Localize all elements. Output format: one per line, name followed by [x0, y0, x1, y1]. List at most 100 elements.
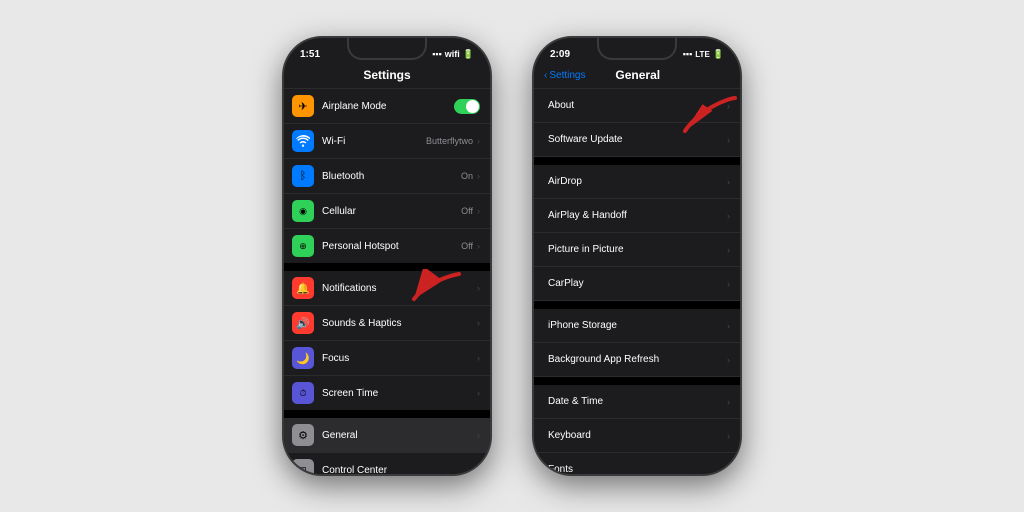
screentime-item[interactable]: ⏱ Screen Time ›: [284, 376, 490, 410]
hotspot-chevron: ›: [477, 241, 480, 251]
cellular-label: Cellular: [322, 206, 461, 217]
general-chevron: ›: [477, 430, 480, 440]
wifi-item[interactable]: Wi-Fi Butterflytwo ›: [284, 124, 490, 159]
fonts-item[interactable]: Fonts ›: [534, 453, 740, 474]
phone2-section1: About › Software Update ›: [534, 89, 740, 157]
airdrop-item[interactable]: AirDrop ›: [534, 165, 740, 199]
phone1-time: 1:51: [300, 49, 320, 60]
sounds-item[interactable]: 🔊 Sounds & Haptics ›: [284, 306, 490, 341]
phone1-section2: 🔔 Notifications › 🔊 Sounds & Haptics › 🌙…: [284, 271, 490, 410]
datetime-item[interactable]: Date & Time ›: [534, 385, 740, 419]
notifications-chevron: ›: [477, 283, 480, 293]
screentime-chevron: ›: [477, 388, 480, 398]
keyboard-item[interactable]: Keyboard ›: [534, 419, 740, 453]
software-update-label: Software Update: [548, 134, 727, 145]
phone2-settings-list: About › Software Update › AirDrop › AirP…: [534, 89, 740, 474]
carplay-label: CarPlay: [548, 278, 727, 289]
focus-label: Focus: [322, 353, 477, 364]
cellular-item[interactable]: ◉ Cellular Off ›: [284, 194, 490, 229]
phone2-nav-bar: ‹ Settings General: [534, 66, 740, 89]
focus-item[interactable]: 🌙 Focus ›: [284, 341, 490, 376]
controlcenter-chevron: ›: [477, 465, 480, 474]
pictureinpicture-item[interactable]: Picture in Picture ›: [534, 233, 740, 267]
datetime-chevron: ›: [727, 397, 730, 407]
pictureinpicture-chevron: ›: [727, 245, 730, 255]
controlcenter-icon: ⊞: [292, 459, 314, 474]
phone1-nav-bar: Settings: [284, 66, 490, 89]
phone1-settings-list: ✈ Airplane Mode Wi-Fi Butterflytwo › ᛒ: [284, 89, 490, 474]
focus-chevron: ›: [477, 353, 480, 363]
screentime-icon: ⏱: [292, 382, 314, 404]
hotspot-label: Personal Hotspot: [322, 241, 461, 252]
airplane-mode-item[interactable]: ✈ Airplane Mode: [284, 89, 490, 124]
main-container: 1:51 ▪▪▪ wifi 🔋 Settings ✈ Airplane Mode: [222, 16, 802, 496]
controlcenter-item[interactable]: ⊞ Control Center ›: [284, 453, 490, 474]
about-chevron: ›: [727, 101, 730, 111]
phone2-title: General: [585, 68, 690, 82]
backgroundapp-chevron: ›: [727, 355, 730, 365]
bluetooth-label: Bluetooth: [322, 171, 461, 182]
phone1-gap1: [284, 263, 490, 271]
keyboard-chevron: ›: [727, 431, 730, 441]
general-label: General: [322, 430, 477, 441]
notifications-icon: 🔔: [292, 277, 314, 299]
airplane-icon: ✈: [292, 95, 314, 117]
cellular-value: Off: [461, 206, 473, 216]
back-chevron-icon: ‹: [544, 70, 547, 81]
screentime-label: Screen Time: [322, 388, 477, 399]
carplay-chevron: ›: [727, 279, 730, 289]
sounds-icon: 🔊: [292, 312, 314, 334]
wifi-label: Wi-Fi: [322, 136, 426, 147]
backgroundapp-item[interactable]: Background App Refresh ›: [534, 343, 740, 377]
phone2-section3: iPhone Storage › Background App Refresh …: [534, 309, 740, 377]
phone1-notch: [347, 38, 427, 60]
fonts-chevron: ›: [727, 465, 730, 475]
airplay-chevron: ›: [727, 211, 730, 221]
hotspot-item[interactable]: ⊕ Personal Hotspot Off ›: [284, 229, 490, 263]
bluetooth-icon: ᛒ: [292, 165, 314, 187]
phone2-section4: Date & Time › Keyboard › Fonts › Languag…: [534, 385, 740, 474]
datetime-label: Date & Time: [548, 396, 727, 407]
sounds-label: Sounds & Haptics: [322, 318, 477, 329]
airdrop-label: AirDrop: [548, 176, 727, 187]
backgroundapp-label: Background App Refresh: [548, 354, 727, 365]
carplay-item[interactable]: CarPlay ›: [534, 267, 740, 301]
phone2-status-icons: ▪▪▪ LTE 🔋: [683, 49, 724, 60]
phone1-section1: ✈ Airplane Mode Wi-Fi Butterflytwo › ᛒ: [284, 89, 490, 263]
iphonestorage-label: iPhone Storage: [548, 320, 727, 331]
hotspot-value: Off: [461, 241, 473, 251]
general-icon: ⚙: [292, 424, 314, 446]
pictureinpicture-label: Picture in Picture: [548, 244, 727, 255]
battery2-icon: 🔋: [713, 49, 724, 60]
bluetooth-item[interactable]: ᛒ Bluetooth On ›: [284, 159, 490, 194]
phone2: 2:09 ▪▪▪ LTE 🔋 ‹ Settings General About …: [532, 36, 742, 476]
software-update-item[interactable]: Software Update ›: [534, 123, 740, 157]
battery-icon: 🔋: [463, 49, 474, 60]
wifi-icon: [292, 130, 314, 152]
notifications-item[interactable]: 🔔 Notifications ›: [284, 271, 490, 306]
phone1-section3: ⚙ General › ⊞ Control Center › AA Displa…: [284, 418, 490, 474]
phone2-gap3: [534, 377, 740, 385]
controlcenter-label: Control Center: [322, 465, 477, 475]
wifi-chevron: ›: [477, 136, 480, 146]
software-update-chevron: ›: [727, 135, 730, 145]
focus-icon: 🌙: [292, 347, 314, 369]
about-item[interactable]: About ›: [534, 89, 740, 123]
airdrop-chevron: ›: [727, 177, 730, 187]
sounds-chevron: ›: [477, 318, 480, 328]
back-button[interactable]: ‹ Settings: [544, 70, 585, 81]
keyboard-label: Keyboard: [548, 430, 727, 441]
airplay-item[interactable]: AirPlay & Handoff ›: [534, 199, 740, 233]
notifications-label: Notifications: [322, 283, 477, 294]
phone2-notch: [597, 38, 677, 60]
iphonestorage-chevron: ›: [727, 321, 730, 331]
general-item[interactable]: ⚙ General ›: [284, 418, 490, 453]
hotspot-icon: ⊕: [292, 235, 314, 257]
phone2-gap2: [534, 301, 740, 309]
iphonestorage-item[interactable]: iPhone Storage ›: [534, 309, 740, 343]
phone2-time: 2:09: [550, 49, 570, 60]
back-label: Settings: [549, 70, 585, 81]
cellular-icon: ◉: [292, 200, 314, 222]
wifi-status-icon: wifi: [445, 49, 460, 59]
airplane-mode-toggle[interactable]: [454, 99, 480, 114]
